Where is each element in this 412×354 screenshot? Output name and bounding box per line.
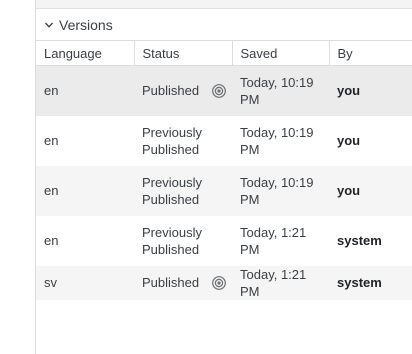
versions-table: Language Status Saved By en Published To… bbox=[36, 40, 412, 300]
chevron-down-icon bbox=[43, 19, 55, 31]
language-cell: sv bbox=[44, 275, 57, 290]
saved-date: Today, 10:19 bbox=[240, 174, 314, 190]
saved-date: Today, 1:21 PM bbox=[240, 266, 307, 299]
status-cell: Previously Published bbox=[134, 216, 232, 266]
table-row[interactable]: en Published Today, 10:19 PM you bbox=[36, 65, 412, 116]
top-divider bbox=[36, 0, 412, 9]
column-header-by[interactable]: By bbox=[329, 40, 412, 66]
versions-title: Versions bbox=[59, 16, 113, 33]
saved-cell: Today, 10:19 PM bbox=[232, 166, 329, 216]
saved-date: Today, 10:19 bbox=[240, 124, 314, 140]
status-cell: Previously Published bbox=[134, 166, 232, 216]
by-cell: you bbox=[337, 183, 361, 198]
saved-time-suffix: PM bbox=[240, 141, 260, 157]
saved-time-suffix: PM bbox=[240, 191, 260, 207]
broadcast-icon bbox=[211, 83, 227, 99]
table-row[interactable]: sv Published Today, 1:21 PM system bbox=[36, 265, 412, 300]
status-cell: Published bbox=[134, 66, 232, 116]
versions-panel: Versions Language Status Saved By en Pub… bbox=[35, 0, 412, 354]
status-cell: Previously Published bbox=[134, 116, 232, 166]
by-cell: you bbox=[337, 83, 361, 99]
language-cell: en bbox=[44, 83, 59, 99]
saved-date: Today, 10:19 bbox=[240, 74, 314, 90]
broadcast-icon bbox=[211, 275, 227, 291]
saved-cell: Today, 10:19 PM bbox=[232, 66, 329, 116]
saved-cell: Today, 1:21 PM bbox=[232, 266, 329, 300]
table-header-row: Language Status Saved By bbox=[36, 40, 412, 66]
status-cell: Published bbox=[134, 266, 232, 300]
status-text-line2: Published bbox=[142, 191, 200, 207]
table-row[interactable]: en Previously Published Today, 1:21 PM s… bbox=[36, 216, 412, 266]
status-text-line2: Published bbox=[142, 241, 200, 257]
column-header-language[interactable]: Language bbox=[36, 40, 135, 66]
saved-cell: Today, 10:19 PM bbox=[232, 116, 329, 166]
saved-time-suffix: PM bbox=[240, 91, 260, 107]
language-cell: en bbox=[44, 133, 59, 148]
table-row[interactable]: en Previously Published Today, 10:19 PM … bbox=[36, 165, 412, 216]
status-text: Previously bbox=[142, 174, 202, 190]
by-cell: system bbox=[337, 275, 382, 290]
column-header-status[interactable]: Status bbox=[134, 40, 233, 66]
by-cell: system bbox=[337, 233, 382, 248]
status-text: Published bbox=[142, 275, 200, 290]
status-text: Published bbox=[142, 83, 200, 99]
saved-date: Today, 1:21 PM bbox=[240, 224, 307, 257]
column-header-saved[interactable]: Saved bbox=[232, 40, 330, 66]
table-row[interactable]: en Previously Published Today, 10:19 PM … bbox=[36, 116, 412, 166]
status-text-line2: Published bbox=[142, 141, 200, 157]
saved-cell: Today, 1:21 PM bbox=[232, 216, 329, 266]
versions-section-toggle[interactable]: Versions bbox=[36, 9, 412, 40]
status-text: Previously bbox=[142, 224, 202, 240]
by-cell: you bbox=[337, 133, 361, 148]
language-cell: en bbox=[44, 233, 59, 248]
status-text: Previously bbox=[142, 124, 202, 140]
language-cell: en bbox=[44, 183, 59, 198]
